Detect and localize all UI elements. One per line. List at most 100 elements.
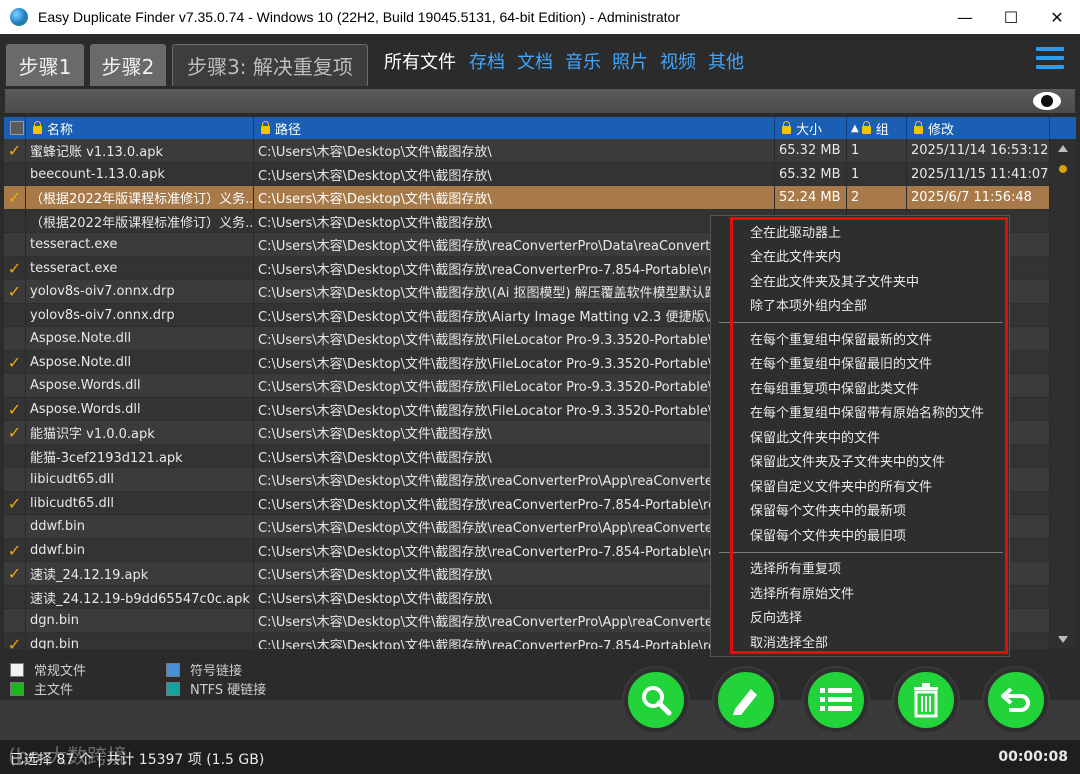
maximize-button[interactable]: ☐ — [988, 0, 1034, 34]
cell-name: 速读_24.12.19.apk — [26, 562, 254, 585]
cell-path: C:\Users\木容\Desktop\文件\截图存放\reaConverter… — [254, 632, 775, 649]
filter-archives[interactable]: 存档 — [469, 48, 505, 74]
column-modified[interactable]: 修改 — [907, 117, 1050, 139]
row-checkbox[interactable]: ✓ — [4, 397, 26, 421]
row-checkbox[interactable]: ✓ — [4, 186, 26, 209]
table-row[interactable]: ✓ 蜜蜂记账 v1.13.0.apk C:\Users\木容\Desktop\文件\… — [4, 139, 1050, 163]
tab-step1[interactable]: 步骤1 — [6, 44, 84, 86]
legend-master-file: 主文件 — [10, 679, 73, 698]
cell-path: C:\Users\木容\Desktop\文件\截图存放\FileLocator … — [254, 397, 775, 421]
cell-modified: 2025/11/15 11:41:07 — [907, 162, 1050, 186]
tab-step2[interactable]: 步骤2 — [90, 44, 166, 86]
cell-path: C:\Users\木容\Desktop\文件\截图存放\reaConverter… — [254, 256, 775, 280]
row-checkbox[interactable]: ✓ — [4, 562, 26, 585]
menu-hamburger-icon[interactable] — [1036, 47, 1064, 71]
list-icon — [820, 688, 852, 711]
tab-step3-resolve[interactable]: 步骤3: 解决重复项 — [172, 44, 368, 86]
cell-path: C:\Users\木容\Desktop\文件\截图存放\reaConverter… — [254, 515, 775, 538]
cell-path: C:\Users\木容\Desktop\文件\截图存放\ — [254, 444, 775, 468]
close-button[interactable]: ✕ — [1034, 0, 1080, 34]
row-checkbox[interactable]: ✓ — [4, 280, 26, 303]
scroll-up-icon[interactable] — [1058, 145, 1068, 152]
edit-button[interactable] — [714, 668, 778, 732]
cell-name: 蜜蜂记账 v1.13.0.apk — [26, 139, 254, 162]
cell-path: C:\Users\木容\Desktop\文件\截图存放\reaConverter… — [254, 609, 775, 632]
scroll-down-icon[interactable] — [1058, 636, 1068, 643]
filter-music[interactable]: 音乐 — [565, 48, 601, 74]
cell-name: ddwf.bin — [26, 515, 254, 538]
filter-videos[interactable]: 视频 — [660, 48, 696, 74]
undo-button[interactable] — [984, 668, 1048, 732]
eye-preview-icon[interactable] — [1033, 92, 1061, 110]
row-checkbox[interactable] — [4, 303, 26, 327]
row-checkbox[interactable]: ✓ — [4, 632, 26, 649]
row-checkbox[interactable] — [4, 468, 26, 491]
filter-all-files[interactable]: 所有文件 — [384, 48, 456, 74]
select-all-checkbox[interactable] — [4, 117, 26, 139]
checkmark-icon: ✓ — [7, 188, 22, 207]
column-path[interactable]: 路径 — [254, 117, 775, 139]
checkmark-icon: ✓ — [7, 564, 22, 583]
checkmark-icon: ✓ — [7, 141, 22, 160]
legend-swatch — [10, 662, 24, 677]
row-checkbox[interactable]: ✓ — [4, 538, 26, 562]
checkmark-icon: ✓ — [7, 352, 22, 372]
cell-name: yolov8s-oiv7.onnx.drp — [26, 303, 254, 327]
table-row[interactable]: ✓ （根据2022年版课程标准修订）义务... C:\Users\木容\Deskto… — [4, 186, 1050, 210]
scroll-thumb[interactable] — [1059, 165, 1067, 173]
row-checkbox[interactable] — [4, 162, 26, 186]
cell-path: C:\Users\木容\Desktop\文件\截图存放\reaConverter… — [254, 491, 775, 515]
lock-icon — [33, 121, 42, 134]
row-checkbox[interactable] — [4, 327, 26, 350]
app-globe-icon — [10, 8, 28, 26]
cell-name: yolov8s-oiv7.onnx.drp — [26, 280, 254, 303]
cell-name: dgn.bin — [26, 632, 254, 649]
cell-name: Aspose.Note.dll — [26, 350, 254, 374]
row-checkbox[interactable] — [4, 585, 26, 609]
row-checkbox[interactable] — [4, 515, 26, 538]
highlight-box — [730, 217, 1008, 654]
filter-documents[interactable]: 文档 — [517, 48, 553, 74]
list-button[interactable] — [804, 668, 868, 732]
row-checkbox[interactable] — [4, 444, 26, 468]
column-name[interactable]: 名称 — [26, 117, 254, 139]
cell-name: libicudt65.dll — [26, 468, 254, 491]
row-checkbox[interactable] — [4, 209, 26, 233]
minimize-button[interactable]: — — [942, 0, 988, 34]
cell-path: C:\Users\木容\Desktop\文件\截图存放\Aiarty Image… — [254, 303, 775, 327]
row-checkbox[interactable]: ✓ — [4, 350, 26, 374]
window-title: Easy Duplicate Finder v7.35.0.74 - Windo… — [38, 9, 681, 25]
row-checkbox[interactable]: ✓ — [4, 139, 26, 162]
row-checkbox[interactable] — [4, 233, 26, 256]
column-group[interactable]: ▲ 组 — [847, 117, 907, 139]
legend-ntfs-hardlink: NTFS 硬链接 — [166, 679, 266, 698]
cell-size: 65.32 MB — [775, 139, 847, 162]
status-bar: 已选择 87 个 | 共计 15397 项 (1.5 GB) 00:00:08 — [0, 740, 1080, 774]
trash-icon — [914, 683, 938, 718]
cell-path: C:\Users\木容\Desktop\文件\截图存放\ — [254, 585, 775, 609]
search-icon — [642, 686, 672, 716]
legend-swatch — [166, 681, 180, 696]
checkmark-icon: ✓ — [7, 399, 22, 419]
cell-path: C:\Users\木容\Desktop\文件\截图存放\FileLocator … — [254, 374, 775, 397]
row-checkbox[interactable]: ✓ — [4, 256, 26, 280]
row-checkbox[interactable] — [4, 609, 26, 632]
filter-photos[interactable]: 照片 — [612, 48, 648, 74]
row-checkbox[interactable]: ✓ — [4, 491, 26, 515]
checkmark-icon: ✓ — [7, 540, 22, 560]
legend-regular-file: 常规文件 — [10, 660, 86, 679]
cell-name: beecount-1.13.0.apk — [26, 162, 254, 186]
row-checkbox[interactable]: ✓ — [4, 421, 26, 444]
elapsed-timer: 00:00:08 — [998, 749, 1068, 765]
legend-swatch — [166, 662, 180, 677]
grid-header: 名称 路径 大小 ▲ 组 修改 — [4, 117, 1076, 139]
filter-other[interactable]: 其他 — [708, 48, 744, 74]
row-checkbox[interactable] — [4, 374, 26, 397]
vertical-scrollbar[interactable] — [1050, 139, 1076, 649]
delete-button[interactable] — [894, 668, 958, 732]
search-button[interactable] — [624, 668, 688, 732]
table-row[interactable]: beecount-1.13.0.apk C:\Users\木容\Desktop\文… — [4, 162, 1050, 186]
cell-name: 速读_24.12.19-b9dd65547c0c.apk — [26, 585, 254, 609]
column-size[interactable]: 大小 — [775, 117, 847, 139]
checkmark-icon: ✓ — [7, 282, 22, 301]
